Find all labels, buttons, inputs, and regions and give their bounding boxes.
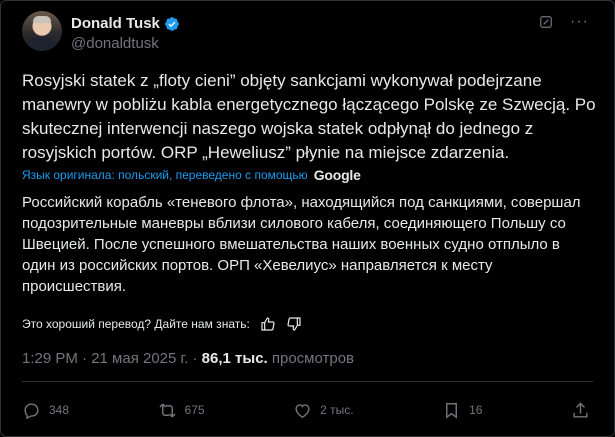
translation-attribution: Язык оригинала: польский, переведено с п… [22,167,361,183]
divider [22,381,593,382]
thumbs-down-icon[interactable] [286,316,302,332]
avatar-hair [33,16,51,23]
tweet-timestamp[interactable]: 1:29 PM · 21 мая 2025 г. · [22,350,202,367]
bookmark-button[interactable]: 16 [442,401,482,420]
like-icon [293,401,312,420]
translation-label[interactable]: Язык оригинала: польский, переведено с п… [22,168,308,182]
views-count: 86,1 тыс. [201,350,268,367]
like-button[interactable]: 2 тыс. [293,401,354,420]
author-handle[interactable]: @donaldtusk [71,35,159,52]
tweet-card: Donald Tusk @donaldtusk ··· Rosyjski sta… [0,0,615,437]
bookmark-icon [442,401,461,420]
bookmark-count: 16 [469,403,483,417]
avatar-suit [28,37,56,51]
share-button[interactable] [571,401,590,420]
thumbs-up-icon[interactable] [260,316,276,332]
verified-badge-icon[interactable] [164,16,180,32]
like-count: 2 тыс. [320,403,354,417]
grok-icon[interactable] [539,15,553,29]
action-bar: 348 675 2 тыс. 16 [22,398,590,422]
tweet-meta: 1:29 PM · 21 мая 2025 г. · 86,1 тыс. про… [22,350,354,367]
reply-icon [22,401,41,420]
share-icon [571,401,590,420]
more-icon[interactable]: ··· [570,13,589,31]
author-name-row: Donald Tusk [71,15,180,32]
repost-count: 675 [184,403,205,417]
reply-count: 348 [49,403,70,417]
author-display-name[interactable]: Donald Tusk [71,15,160,32]
translation-feedback: Это хороший перевод? Дайте нам знать: [22,316,302,332]
avatar[interactable] [22,11,62,51]
reply-button[interactable]: 348 [22,401,69,420]
repost-icon [158,401,177,420]
translation-provider: Google [313,167,361,183]
repost-button[interactable]: 675 [158,401,205,420]
views-label: просмотров [267,350,355,367]
tweet-text-translated: Российский корабль «теневого флота», нах… [22,194,581,295]
tweet-text-original: Rosyjski statek z „floty cieni” objęty s… [22,71,596,162]
feedback-prompt: Это хороший перевод? Дайте нам знать: [22,317,250,331]
